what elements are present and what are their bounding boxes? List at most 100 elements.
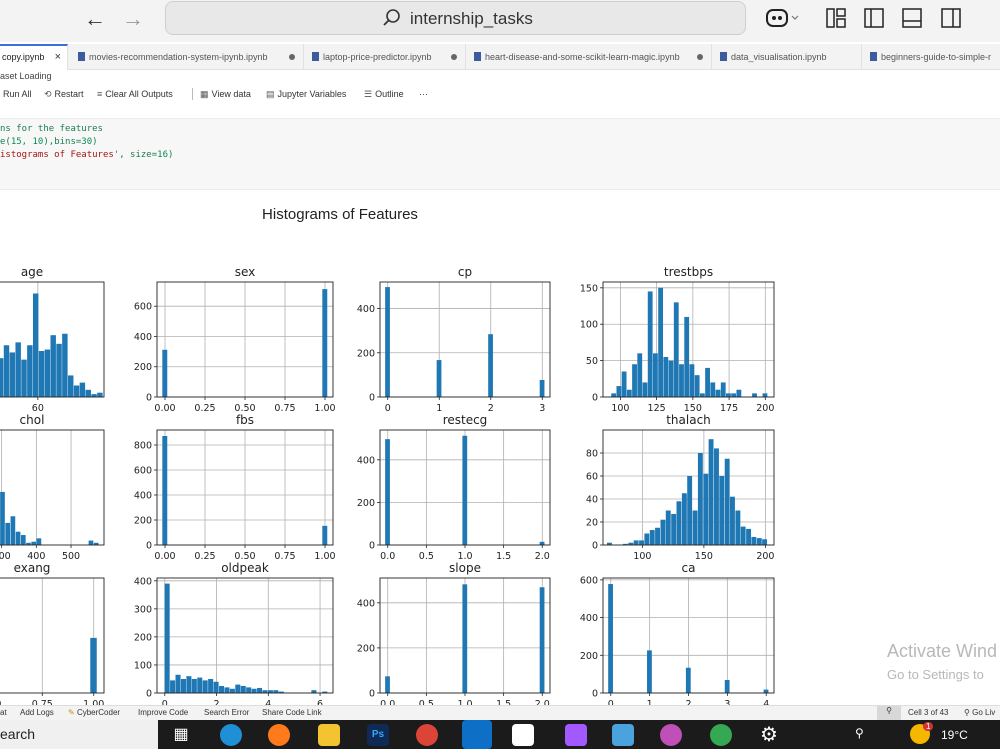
jupyter-variables-button[interactable]: ▤ Jupyter Variables [266,89,346,100]
status-cybercoder[interactable]: ✎ CyberCoder [68,708,120,717]
tab-copy-ipynb[interactable]: copy.ipynb × [0,44,68,70]
histogram-bar [462,435,468,545]
x-tick-label: 100 [633,551,651,562]
histogram-bar [27,345,33,397]
tab-label: copy.ipynb [2,52,45,62]
toggle-panel-icon[interactable] [902,7,922,29]
tab-heart-disease[interactable]: heart-disease-and-some-scikit-learn-magi… [468,44,712,70]
x-tick-label: 300 [0,551,11,562]
code-line: ns for the features [0,124,103,134]
notepad-icon[interactable] [612,724,634,746]
outline-button[interactable]: ☰ Outline [364,89,404,100]
histogram-bar [679,364,684,397]
close-icon[interactable]: × [55,46,61,68]
tab-data-visualisation[interactable]: data_visualisation.ipynb [714,44,862,70]
histogram-bar [180,678,186,693]
more-actions-button[interactable]: ··· [419,89,428,99]
histogram-bar [671,513,677,545]
histogram-bar [15,531,21,545]
command-search-box[interactable]: internship_tasks [165,1,746,35]
clear-all-outputs-button[interactable]: ≡ Clear All Outputs [97,89,173,99]
status-go-live[interactable]: ⚲ Go Liv [964,708,995,717]
x-tick-label: 200 [756,403,774,414]
broadcast-icon: ⚲ [964,708,970,717]
tab-movies-recommendation[interactable]: movies-recommendation-system-ipynb.ipynb [72,44,304,70]
x-tick-label: 1.00 [314,551,335,562]
histogram-bar [720,382,726,397]
histogram-bar [647,650,652,693]
chrome-icon[interactable] [710,724,732,746]
firefox-icon[interactable] [268,724,290,746]
histogram-bar [673,302,679,397]
back-arrow-icon[interactable]: ← [80,6,110,32]
run-all-button[interactable]: Run All [3,89,32,99]
zoom-icon[interactable]: ⚲ [877,706,901,720]
notebook-file-icon [720,52,727,61]
customize-layout-icon[interactable] [826,7,846,29]
histogram-bar [719,476,725,545]
x-tick-label: 175 [720,403,738,414]
status-item[interactable]: at [0,708,7,717]
histogram-bar [649,530,655,545]
restart-button[interactable]: ⟲ Restart [44,89,84,100]
histogram-bar [724,458,730,545]
variables-icon: ▤ [266,89,275,99]
histogram-bar [322,525,328,545]
search-text: internship_tasks [410,9,533,28]
histogram-bar [685,667,691,693]
subplot-title: exang [14,561,51,575]
people-icon[interactable]: ⚲ [855,726,864,740]
settings-gear-icon[interactable]: ⚙ [758,724,780,746]
photoshop-icon[interactable]: Ps [367,724,389,746]
status-improve-code[interactable]: Improve Code [138,708,188,717]
tab-laptop-price-predictor[interactable]: laptop-price-predictor.ipynb [306,44,466,70]
histogram-bar [73,385,80,397]
status-share-code-link[interactable]: Share Code Link [262,708,322,717]
histogram-bar [726,393,731,397]
code-cell[interactable]: ns for the features e(15, 10),bins=30) i… [0,118,1000,190]
subplot-title: chol [20,413,45,427]
histogram-bar [730,496,735,545]
figure-title: Histograms of Features [262,206,418,223]
chrome-profile-icon[interactable] [416,724,438,746]
histogram-bar [703,473,709,545]
toggle-sidebar-icon[interactable] [864,7,884,29]
edge-browser-icon[interactable] [220,724,242,746]
x-tick-label: 3 [539,403,545,414]
forward-arrow-icon[interactable]: → [118,6,148,32]
y-tick-label: 0 [369,541,375,552]
histogram-bar [665,510,671,545]
y-tick-label: 800 [134,441,152,452]
histogram-bar [705,367,710,397]
app-drop-icon[interactable] [660,724,682,746]
notebook-file-icon [870,52,877,61]
status-bar: at Add Logs ✎ CyberCoder Improve Code Se… [0,705,1000,720]
y-tick-label: 200 [580,651,598,662]
subplot-title: slope [449,561,481,575]
taskbar-search[interactable]: earch [0,720,158,749]
code-line: e(15, 10),bins=30) [0,137,98,147]
figma-icon[interactable] [565,724,587,746]
status-add-logs[interactable]: Add Logs [20,708,54,717]
histogram-bar [714,448,719,545]
task-view-icon[interactable]: ▦ [170,724,192,746]
histogram-bar [616,386,622,397]
copilot-icon[interactable] [764,7,800,29]
histogram-bar [44,349,51,397]
view-data-button[interactable]: ▦ View data [200,89,251,100]
file-explorer-icon[interactable] [318,724,340,746]
tab-beginners-guide[interactable]: beginners-guide-to-simple-r [864,44,1000,70]
y-tick-label: 400 [134,576,152,587]
x-tick-label: 0.5 [419,551,434,562]
vscode-icon[interactable] [462,720,492,749]
solitaire-icon[interactable] [512,724,534,746]
y-tick-label: 80 [586,449,598,460]
notebook-file-icon [474,52,481,61]
histogram-bar [62,333,68,397]
toggle-secondary-sidebar-icon[interactable] [941,7,961,29]
subplot-title: trestbps [664,265,713,279]
histogram-bar [218,685,225,693]
status-search-error[interactable]: Search Error [204,708,249,717]
x-tick-label: 0.75 [274,551,295,562]
status-cell-indicator[interactable]: Cell 3 of 43 [908,708,948,717]
